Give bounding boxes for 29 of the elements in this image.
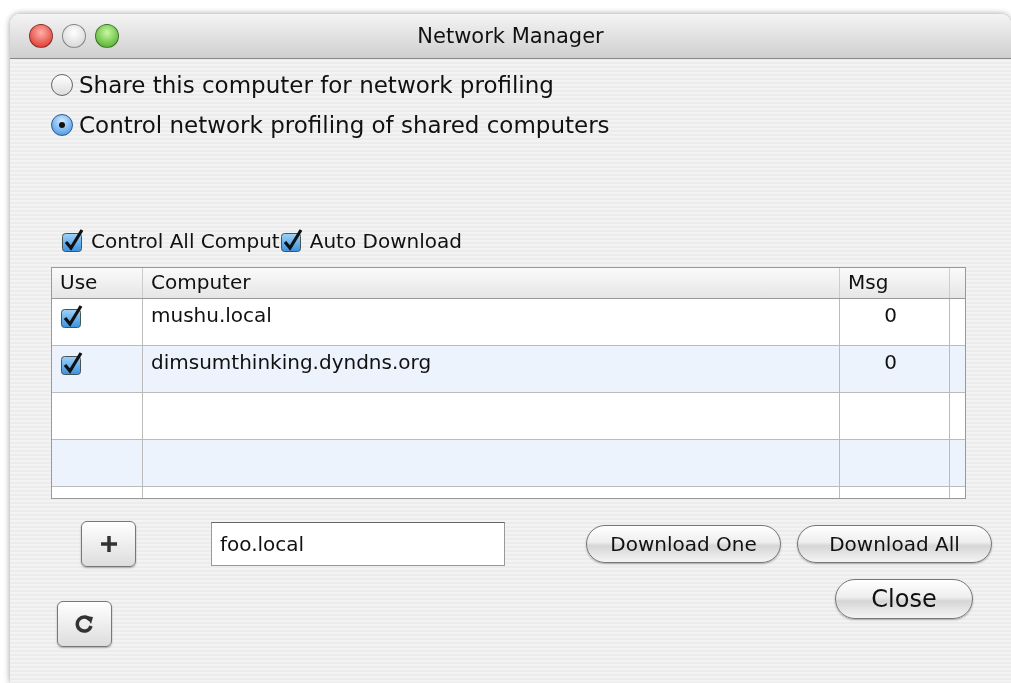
window-title: Network Manager: [417, 24, 604, 48]
table-cell: mushu.local: [143, 299, 840, 345]
download-one-button[interactable]: Download One: [586, 525, 781, 563]
table-cell: 0: [884, 303, 897, 327]
checkbox[interactable]: [60, 305, 84, 329]
column-header[interactable]: Use: [52, 268, 143, 298]
add-button[interactable]: [81, 521, 136, 567]
checkbox-label: Auto Download: [309, 229, 462, 253]
close-icon[interactable]: [29, 24, 53, 48]
host-field[interactable]: foo.local: [211, 522, 505, 566]
refresh-icon: [74, 614, 95, 634]
column-header[interactable]: Computer: [143, 268, 840, 298]
table-cell: dimsumthinking.dyndns.org: [143, 346, 840, 392]
refresh-button[interactable]: [57, 601, 112, 647]
download-all-button[interactable]: Download All: [797, 525, 992, 563]
checkbox[interactable]: [279, 229, 304, 253]
radio-label: Share this computer for network profiling: [79, 72, 554, 98]
minimize-icon[interactable]: [62, 24, 86, 48]
checkbox-label: Control All Comput: [91, 229, 280, 253]
table-cell: 0: [884, 350, 897, 374]
zoom-icon[interactable]: [95, 24, 119, 48]
column-header[interactable]: Msg: [840, 268, 950, 298]
plus-icon: [98, 534, 119, 554]
close-button[interactable]: Close: [835, 579, 973, 619]
checkbox[interactable]: [61, 229, 85, 253]
radio-button[interactable]: [51, 114, 73, 136]
radio-button[interactable]: [51, 74, 73, 96]
checkbox[interactable]: [60, 352, 84, 376]
radio-label: Control network profiling of shared computers: [79, 112, 610, 138]
